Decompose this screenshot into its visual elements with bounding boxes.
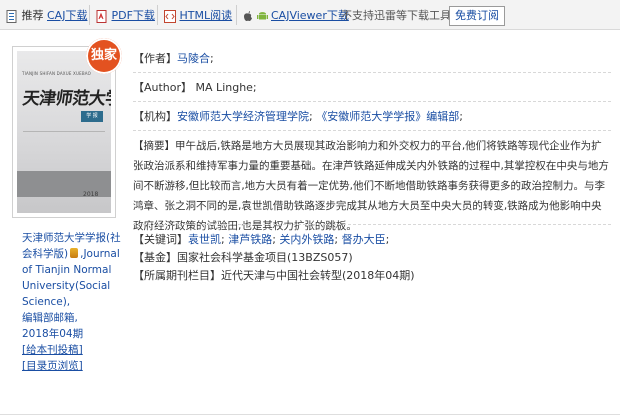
org-row: 【机构】安徽师范大学经济管理学院; 《安徽师范大学学报》编辑部; (133, 110, 463, 123)
cajviewer-download[interactable]: CAJViewer下载 (243, 8, 349, 24)
pdf-download[interactable]: PDF下载 (96, 8, 155, 24)
abstract-text: 甲午战后,铁路是地方大员展现其政治影响力和外交权力的平台,他们将铁路等现代企业作… (133, 140, 609, 232)
submit-link[interactable]: [给本刊投稿] (22, 344, 83, 356)
column-row: 【所属期刊栏目】近代天津与中国社会转型(2018年04期) (133, 266, 611, 286)
abstract-label: 【摘要】 (133, 140, 175, 152)
html-icon (164, 9, 176, 23)
org-link-2[interactable]: 《安徽师范大学学报》编辑部 (316, 110, 459, 123)
cover-divider (23, 131, 105, 132)
toolbar-divider (157, 5, 158, 25)
keyword-link[interactable]: 袁世凯 (188, 233, 221, 246)
column-value: 近代天津与中国社会转型 (221, 269, 342, 282)
cover-image: TIANJIN SHIFAN DAXUE XUEBAO 天津师范大学 学 报 2… (17, 51, 111, 213)
cover-title: 天津师范大学 (21, 89, 111, 109)
org-label: 【机构】 (133, 110, 177, 123)
toolbar-divider (236, 5, 237, 25)
author-en-row: 【Author】 MA Linghe; (133, 78, 611, 98)
column-issue: (2018年04期) (342, 269, 415, 282)
toc-link[interactable]: [目录页浏览] (22, 360, 83, 372)
html-read[interactable]: HTML阅读 (164, 8, 232, 24)
divider (133, 130, 611, 132)
cover-year: 2018 (83, 191, 99, 198)
author-en-label: 【Author】 (133, 81, 193, 94)
abstract-row: 【摘要】甲午战后,铁路是地方大员展现其政治影响力和外交权力的平台,他们将铁路等现… (133, 136, 611, 236)
recommend-label: 推荐 (21, 9, 44, 22)
fund-value: 国家社会科学基金项目(13BZS057) (177, 251, 353, 264)
cover-english-title: TIANJIN SHIFAN DAXUE XUEBAO (22, 71, 92, 76)
divider (133, 72, 611, 74)
author-label: 【作者】 (133, 52, 177, 65)
cajviewer-download-link[interactable]: CAJViewer下载 (271, 9, 349, 22)
pdf-icon (96, 9, 107, 23)
award-icon (70, 248, 79, 258)
journal-info: 天津师范大学学报(社会科学版) ,Journal of Tianjin Norma… (22, 230, 122, 374)
org-link-1[interactable]: 安徽师范大学经济管理学院 (177, 110, 309, 123)
issue-link[interactable]: 2018年04期 (22, 328, 83, 340)
keyword-link[interactable]: 津芦铁路 (228, 233, 272, 246)
editorial-email-link[interactable]: 编辑部邮箱, (22, 312, 78, 324)
column-label: 【所属期刊栏目】 (133, 269, 221, 282)
author-link[interactable]: 马陵合 (177, 52, 210, 65)
keyword-link[interactable]: 关内外铁路 (279, 233, 334, 246)
caj-file-icon (6, 9, 17, 23)
divider (133, 224, 611, 226)
html-read-link[interactable]: HTML阅读 (180, 9, 233, 22)
pdf-download-link[interactable]: PDF下载 (112, 9, 155, 22)
keywords-row: 【关键词】袁世凯; 津芦铁路; 关内外铁路; 督办大臣; (133, 233, 390, 246)
author-row: 【作者】马陵合; (133, 52, 214, 65)
cover-tag: 学 报 (81, 111, 103, 122)
keyword-link[interactable]: 督办大臣 (342, 233, 386, 246)
android-icon (256, 12, 268, 20)
apple-icon (244, 11, 252, 21)
fund-row: 【基金】国家社会科学基金项目(13BZS057) (133, 248, 611, 268)
fund-label: 【基金】 (133, 251, 177, 264)
caj-download-link[interactable]: CAJ下载 (47, 9, 87, 22)
free-subscribe-button[interactable]: 免费订阅 (449, 6, 505, 26)
download-toolbar: 推荐 CAJ下载 PDF下载 HTML阅读 CAJViewer下载 不支持迅雷等… (0, 0, 620, 30)
exclusive-badge: 独家 (86, 38, 122, 74)
author-en-value: MA Linghe; (195, 81, 257, 94)
keywords-label: 【关键词】 (133, 233, 188, 246)
toolbar-divider (89, 5, 90, 25)
download-notice: 不支持迅雷等下载工具。 (341, 9, 462, 22)
divider (133, 101, 611, 103)
page-bottom-divider (0, 414, 620, 415)
recommend-caj[interactable]: 推荐 CAJ下载 (6, 8, 87, 24)
